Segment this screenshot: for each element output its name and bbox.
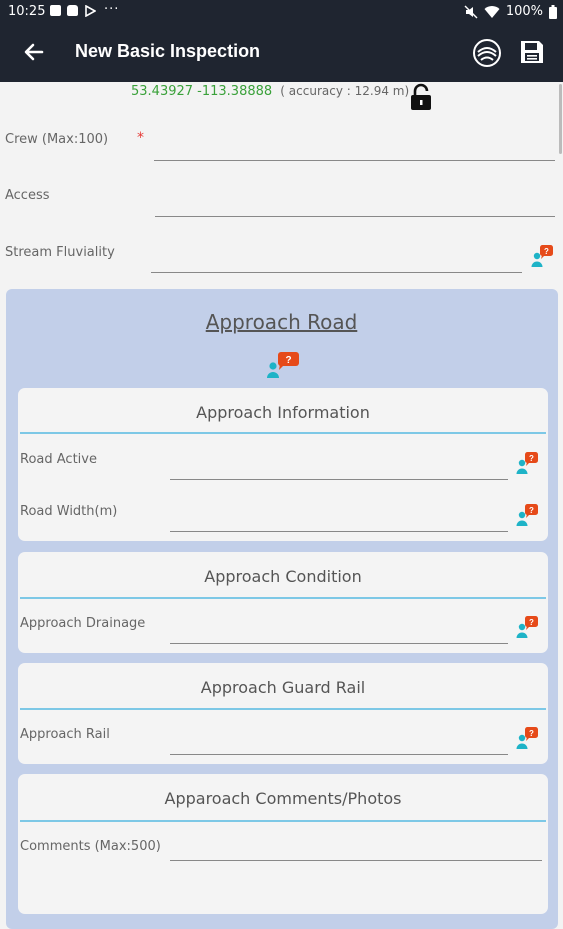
divider	[20, 432, 546, 434]
help-badge-text: ?	[285, 355, 291, 366]
stream-fluviality-label: Stream Fluviality	[5, 245, 115, 260]
help-icon[interactable]: ?	[266, 352, 300, 378]
play-notification-icon	[85, 5, 96, 17]
approach-road-title: Approach Road	[205, 310, 358, 334]
crew-input[interactable]	[154, 160, 555, 161]
divider	[20, 820, 546, 822]
approach-information-title: Approach Information	[196, 403, 370, 422]
gps-location: 53.43927 -113.38888 ( accuracy : 12.94 m…	[131, 84, 409, 99]
road-width-label: Road Width(m)	[20, 504, 118, 519]
gps-accuracy: ( accuracy : 12.94 m)	[280, 84, 410, 98]
status-bar: 10:25 ··· 100%	[0, 0, 563, 24]
approach-comments-title: Apparoach Comments/Photos	[164, 789, 402, 808]
mute-icon	[464, 5, 478, 18]
approach-drainage-input[interactable]	[170, 643, 508, 644]
comments-input[interactable]	[170, 860, 542, 861]
page-title: New Basic Inspection	[75, 41, 261, 61]
battery-percent: 100%	[505, 4, 543, 19]
help-icon[interactable]: ?	[516, 616, 538, 638]
battery-icon	[549, 4, 557, 19]
gps-coordinates: 53.43927 -113.38888	[131, 84, 273, 99]
access-input[interactable]	[155, 216, 555, 217]
approach-guard-rail-title: Approach Guard Rail	[200, 678, 366, 697]
help-icon[interactable]: ?	[516, 452, 538, 474]
save-icon[interactable]	[518, 38, 546, 66]
lock-icon[interactable]	[409, 83, 433, 111]
help-badge-text: ?	[529, 454, 534, 463]
stream-fluviality-input[interactable]	[151, 272, 522, 273]
divider	[20, 708, 546, 710]
sync-icon[interactable]	[472, 38, 502, 68]
approach-rail-label: Approach Rail	[20, 727, 110, 742]
divider	[20, 597, 546, 599]
scrollbar[interactable]	[559, 84, 562, 154]
wifi-icon	[484, 5, 500, 18]
approach-drainage-label: Approach Drainage	[20, 616, 146, 631]
gallery-notification-icon	[50, 5, 61, 16]
comments-label: Comments (Max:500)	[20, 839, 161, 854]
road-width-input[interactable]	[170, 531, 508, 532]
more-notifications-icon: ···	[104, 2, 120, 17]
help-icon[interactable]: ?	[516, 504, 538, 526]
road-active-label: Road Active	[20, 452, 97, 467]
help-badge-text: ?	[529, 618, 534, 627]
help-badge-text: ?	[529, 729, 534, 738]
help-icon[interactable]: ?	[531, 245, 553, 267]
help-icon[interactable]: ?	[516, 727, 538, 749]
help-badge-text: ?	[529, 506, 534, 515]
app-bar: New Basic Inspection	[0, 24, 563, 82]
approach-rail-input[interactable]	[170, 754, 508, 755]
bag-notification-icon	[67, 5, 78, 16]
approach-guard-rail-card: Approach Guard Rail	[18, 663, 548, 764]
access-label: Access	[5, 188, 50, 203]
crew-required-marker: *	[137, 130, 144, 146]
help-badge-text: ?	[544, 247, 549, 256]
crew-label: Crew (Max:100)	[5, 132, 109, 147]
approach-condition-card: Approach Condition	[18, 552, 548, 653]
status-time: 10:25	[8, 4, 46, 19]
road-active-input[interactable]	[170, 479, 508, 480]
approach-condition-title: Approach Condition	[204, 567, 362, 586]
back-arrow-icon[interactable]	[20, 38, 48, 66]
